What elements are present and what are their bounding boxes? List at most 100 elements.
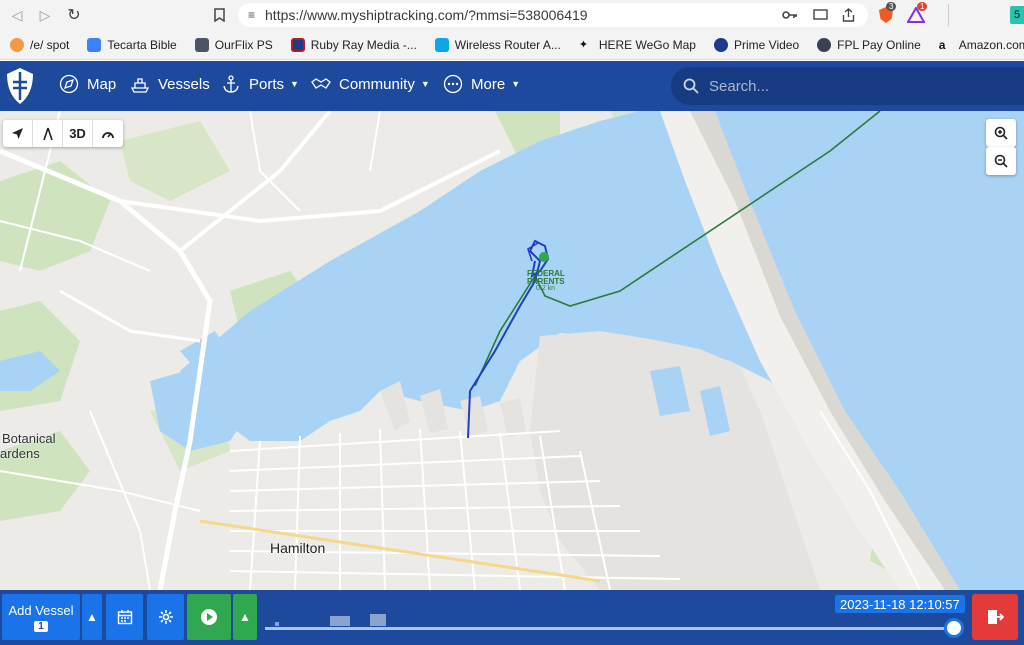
bookmark-item[interactable]: FPL Pay Online	[817, 37, 921, 52]
bookmark-favicon-icon	[817, 37, 832, 52]
toolbar-divider	[948, 4, 949, 26]
extension-badge[interactable]: 5	[1010, 6, 1024, 24]
nav-ports-label: Ports	[249, 75, 285, 93]
bookmark-item[interactable]: Wireless Router A...	[434, 37, 561, 52]
map-label-hamilton: Hamilton	[270, 540, 326, 556]
timeline-handle[interactable]	[944, 618, 964, 638]
caret-down-icon: ▼	[290, 79, 299, 89]
bookmark-favicon-icon: ✦	[578, 38, 589, 51]
map-label-botanical: Botanical	[2, 431, 56, 446]
zoom-in-icon	[994, 126, 1008, 140]
play-button[interactable]	[187, 594, 231, 640]
gauge-icon[interactable]	[93, 120, 123, 147]
playback-speed-button[interactable]: ▲	[233, 594, 257, 640]
nav-vessels-label: Vessels	[158, 75, 210, 93]
site-settings-icon[interactable]: ≡	[248, 8, 255, 22]
bookmark-favicon-icon: a	[938, 37, 946, 52]
url-text: https://www.myshiptracking.com/?mmsi=538…	[265, 7, 588, 23]
bookmark-item[interactable]: /e/ spot	[10, 37, 70, 52]
key-icon[interactable]	[782, 4, 798, 26]
alert-badge: 1	[917, 2, 928, 11]
bookmark-item[interactable]: Prime Video	[713, 37, 800, 52]
gear-icon	[158, 610, 173, 624]
map-layer	[0, 111, 1024, 590]
3d-button[interactable]: 3D	[63, 120, 93, 147]
bookmark-item[interactable]: OurFlix PS	[194, 37, 273, 52]
compass-icon	[59, 74, 79, 94]
activity-histogram	[275, 614, 386, 626]
anchor-icon	[221, 74, 241, 94]
nav-community[interactable]: Community ▼	[311, 74, 430, 94]
zoom-in-button[interactable]	[986, 119, 1016, 147]
handshake-icon	[311, 74, 331, 94]
map-canvas[interactable]: FEDERAL PARENTS 0.2 kn Botanical ardens …	[0, 111, 1024, 590]
bookmark-label: Wireless Router A...	[454, 37, 561, 52]
caret-down-icon: ▼	[420, 79, 430, 89]
calendar-icon	[117, 610, 132, 625]
bookmarks-bar: /e/ spot Tecarta Bible OurFlix PS Ruby R…	[0, 30, 1024, 60]
bookmark-label: OurFlix PS	[214, 37, 273, 52]
cast-icon[interactable]	[812, 4, 828, 26]
bookmark-label: Ruby Ray Media -...	[310, 37, 417, 52]
bookmark-label: Tecarta Bible	[107, 37, 177, 52]
bookmark-item[interactable]: Tecarta Bible	[87, 37, 177, 52]
bookmark-item[interactable]: Ruby Ray Media -...	[290, 37, 417, 52]
add-vessel-button[interactable]: Add Vessel 1	[2, 594, 80, 640]
caret-up-icon: ▲	[239, 610, 251, 624]
more-dots-icon	[443, 74, 463, 94]
bookmark-label: Prime Video	[733, 37, 800, 52]
zoom-out-button[interactable]	[986, 147, 1016, 175]
nav-community-label: Community	[339, 75, 415, 93]
share-icon[interactable]	[840, 4, 856, 26]
nav-vessels[interactable]: Vessels	[130, 74, 210, 94]
browser-toolbar: ◁ ▷ ↻ ≡ https://www.myshiptracking.com/?…	[0, 0, 1024, 30]
nav-map-label: Map	[87, 75, 117, 93]
nav-ports[interactable]: Ports ▼	[221, 74, 299, 94]
settings-button[interactable]	[147, 594, 184, 640]
nav-more[interactable]: More ▼	[443, 74, 520, 94]
site-logo-icon[interactable]	[4, 66, 36, 106]
calendar-button[interactable]	[106, 594, 143, 640]
locate-icon[interactable]	[3, 120, 33, 147]
map-toolbar: 3D	[3, 120, 123, 147]
caret-down-icon: ▼	[511, 79, 521, 89]
caret-up-icon: ▲	[86, 610, 98, 624]
zoom-out-icon	[994, 154, 1008, 168]
nav-map[interactable]: Map	[59, 74, 116, 94]
brave-shield-icon[interactable]: 3	[875, 2, 897, 26]
map-label-gardens: ardens	[0, 446, 40, 461]
ship-icon	[130, 74, 150, 94]
north-icon[interactable]	[33, 120, 63, 147]
search-input[interactable]	[709, 77, 989, 95]
bookmark-label: FPL Pay Online	[837, 37, 921, 52]
exit-button[interactable]	[972, 594, 1018, 640]
bookmark-favicon-icon	[290, 37, 305, 52]
forward-icon[interactable]: ▷	[34, 4, 56, 26]
bookmark-label: Amazon.com: Pri...	[958, 37, 1024, 52]
bookmark-item[interactable]: a Amazon.com: Pri...	[939, 38, 1024, 52]
search-box	[671, 67, 1024, 105]
bookmark-label: /e/ spot	[30, 37, 70, 52]
site-header: Map Vessels Ports ▼ Community ▼ More ▼	[0, 61, 1024, 111]
bookmark-label: HERE WeGo Map	[598, 37, 696, 52]
reload-icon[interactable]: ↻	[63, 4, 85, 26]
vessel-count-badge: 1	[34, 620, 48, 632]
bookmark-favicon-icon	[434, 37, 449, 52]
bookmark-icon[interactable]	[208, 4, 230, 26]
timeline-track[interactable]	[265, 627, 955, 630]
add-vessel-label: Add Vessel	[8, 602, 74, 618]
bookmark-favicon-icon	[194, 37, 209, 52]
bookmark-favicon-icon	[87, 37, 102, 52]
play-icon	[201, 609, 217, 625]
bookmark-favicon-icon	[713, 37, 728, 52]
back-icon[interactable]: ◁	[6, 4, 28, 26]
bookmark-item[interactable]: ✦ HERE WeGo Map	[579, 38, 696, 52]
address-bar[interactable]: ≡ https://www.myshiptracking.com/?mmsi=5…	[238, 3, 868, 27]
rewards-icon[interactable]: 1	[905, 2, 928, 26]
add-vessel-dropdown-button[interactable]: ▲	[82, 594, 102, 640]
exit-icon	[988, 610, 1004, 624]
nav-more-label: More	[471, 75, 506, 93]
bookmark-favicon-icon	[10, 37, 24, 52]
search-icon	[683, 78, 699, 94]
timeline-timestamp: 2023-11-18 12:10:57	[835, 595, 965, 613]
